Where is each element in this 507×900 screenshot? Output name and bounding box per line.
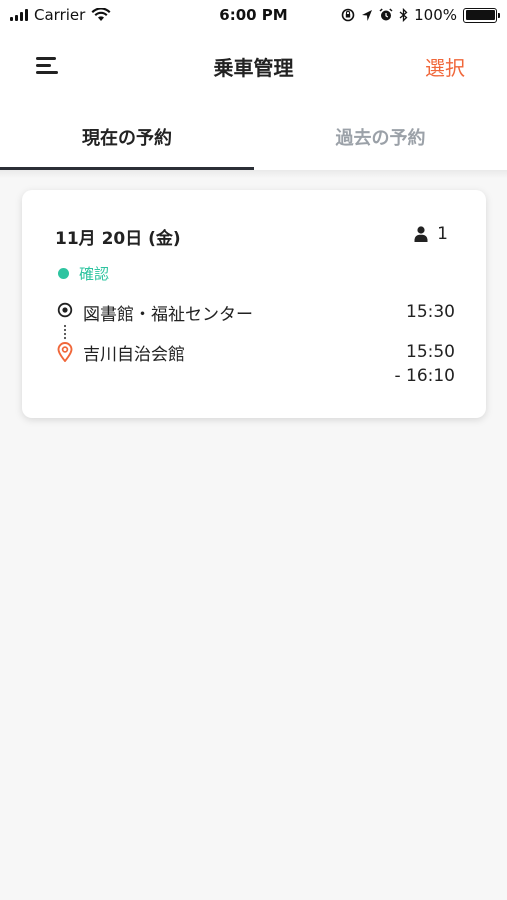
nav-bar: 乗車管理 選択 — [0, 30, 507, 102]
origin-target-icon — [55, 300, 75, 318]
person-icon — [414, 226, 428, 242]
reservation-card[interactable]: 11月 20日 (金) 1 確認 図書館・福祉センター 15:30 吉川自治会館… — [22, 190, 486, 418]
bluetooth-icon — [399, 8, 408, 22]
location-arrow-icon — [362, 9, 373, 21]
battery-icon — [463, 7, 500, 23]
reservation-date: 11月 20日 (金) — [55, 229, 181, 249]
status-label: 確認 — [79, 265, 110, 283]
tab-bar: 現在の予約 過去の予約 — [0, 102, 507, 170]
origin-name: 図書館・福祉センター — [83, 305, 253, 325]
screen: Carrier 6:00 PM 100% 乗車管理 選択 現在の予約 過去の予約… — [0, 0, 507, 900]
route-connector — [64, 324, 66, 340]
destination-stop: 吉川自治会館 15:50 - 16:10 — [55, 340, 455, 388]
destination-time-end: - 16:10 — [394, 366, 455, 386]
orientation-lock-icon — [341, 8, 355, 22]
origin-time: 15:30 — [406, 302, 455, 322]
passenger-count-value: 1 — [437, 224, 448, 244]
status-dot-icon — [58, 268, 69, 279]
status-bar: Carrier 6:00 PM 100% — [0, 0, 507, 30]
origin-stop: 図書館・福祉センター 15:30 — [55, 300, 455, 325]
status-badge: 確認 — [58, 263, 109, 284]
tab-current-reservations[interactable]: 現在の予約 — [0, 102, 254, 170]
select-button[interactable]: 選択 — [425, 52, 465, 81]
destination-time-start: 15:50 — [406, 342, 455, 362]
destination-pin-icon — [55, 340, 75, 362]
passenger-count: 1 — [414, 224, 448, 244]
tab-divider — [0, 170, 507, 178]
battery-percent: 100% — [414, 6, 457, 24]
alarm-icon — [379, 8, 393, 21]
tab-past-reservations[interactable]: 過去の予約 — [254, 102, 507, 170]
destination-time: 15:50 - 16:10 — [394, 340, 455, 388]
destination-name: 吉川自治会館 — [83, 345, 185, 365]
status-right: 100% — [341, 6, 500, 24]
